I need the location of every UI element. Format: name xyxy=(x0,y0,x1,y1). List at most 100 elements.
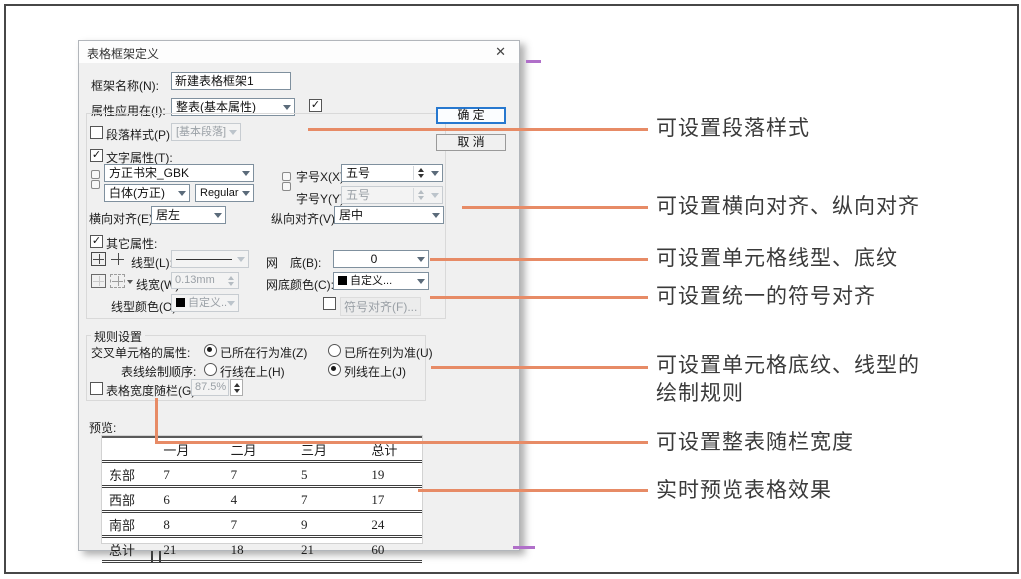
table-width-checkbox[interactable] xyxy=(90,382,103,395)
apply-to-checkbox[interactable] xyxy=(309,99,322,112)
connector-line-paragraph-style xyxy=(308,128,648,131)
other-attr-checkbox[interactable] xyxy=(90,235,103,248)
size-y-spinner xyxy=(413,188,427,202)
shading-label: 网 底(B): xyxy=(266,254,321,271)
chevron-down-icon xyxy=(413,251,428,267)
annotation-draw-rules: 可设置单元格底纹、线型的 绘制规则 xyxy=(656,352,920,408)
color-swatch-icon xyxy=(338,276,347,285)
border-preset-icon[interactable] xyxy=(110,274,125,288)
chevron-down-icon xyxy=(233,251,248,267)
h-align-label: 横向对齐(E): xyxy=(89,210,156,227)
purple-frame-mark-top xyxy=(526,60,541,63)
draw-order-col-label: 列线在上(J) xyxy=(344,363,406,380)
table-row: 南部 8 7 9 24 xyxy=(102,512,422,537)
cross-cell-row-radio[interactable] xyxy=(204,344,217,357)
outer-border-icon[interactable] xyxy=(91,274,106,288)
link-fonts-icon[interactable] xyxy=(91,170,100,190)
cross-cell-col-radio[interactable] xyxy=(328,344,341,357)
frame-name-label: 框架名称(N): xyxy=(91,77,159,94)
draw-order-row-label: 行线在上(H) xyxy=(220,363,285,380)
preview-panel: 一月 二月 三月 总计 东部 7 7 5 19 西部 6 4 7 1 xyxy=(101,435,423,544)
line-type-label: 线型(L): xyxy=(131,254,173,271)
size-y-select: 五号 xyxy=(341,186,443,204)
dialog-title: 表格框架定义 xyxy=(87,45,159,62)
shading-color-label: 网底颜色(C): xyxy=(266,276,334,293)
para-style-label: 段落样式(P): xyxy=(106,126,173,143)
annotation-preview: 实时预览表格效果 xyxy=(656,477,832,505)
symbol-align-label: 符号对齐(F)... xyxy=(340,297,421,316)
other-attr-label: 其它属性: xyxy=(106,235,157,252)
preview-label: 预览: xyxy=(89,419,116,436)
close-icon[interactable]: ✕ xyxy=(495,44,506,60)
connector-line-symbol-align xyxy=(430,296,648,299)
symbol-align-checkbox[interactable] xyxy=(323,297,336,310)
background-tick-mark xyxy=(159,551,161,563)
chevron-down-icon xyxy=(428,207,443,223)
cross-cell-row-label: 已所在行为准(Z) xyxy=(220,344,307,361)
chevron-down-icon xyxy=(223,295,238,311)
shading-color-select[interactable]: 自定义... xyxy=(333,272,429,290)
line-style-preview xyxy=(176,259,232,260)
chevron-down-icon xyxy=(225,124,240,140)
connector-line-table-width xyxy=(155,441,648,444)
h-align-select[interactable]: 居左 xyxy=(151,206,226,224)
font-family-select[interactable]: 方正书宋_GBK xyxy=(104,164,254,182)
v-align-select[interactable]: 居中 xyxy=(334,206,444,224)
table-row: 总计 21 18 21 60 xyxy=(102,537,422,562)
font-face-select[interactable]: 白体(方正) xyxy=(104,184,190,202)
size-x-spinner[interactable] xyxy=(413,166,427,180)
cancel-button[interactable]: 取 消 xyxy=(436,134,506,151)
shading-select[interactable]: 0 xyxy=(333,250,429,268)
connector-line-cell-line-shading xyxy=(430,258,648,261)
line-color-select: 自定义.. xyxy=(171,294,239,312)
para-style-select: [基本段落] xyxy=(171,123,241,141)
frame-name-input[interactable]: 新建表格框架1 xyxy=(171,72,291,90)
annotation-alignment: 可设置横向对齐、纵向对齐 xyxy=(656,193,920,221)
draw-order-col-radio[interactable] xyxy=(328,363,341,376)
color-swatch-icon xyxy=(176,298,185,307)
border-preset-dropdown-icon[interactable] xyxy=(127,280,133,284)
cross-cell-label: 交叉单元格的属性: xyxy=(91,344,190,361)
purple-frame-mark-bottom xyxy=(513,546,535,549)
connector-line-preview xyxy=(418,489,648,492)
v-align-label: 纵向对齐(V): xyxy=(271,210,338,227)
chevron-down-icon xyxy=(238,165,253,181)
draw-order-row-radio[interactable] xyxy=(204,363,217,376)
annotation-symbol-align: 可设置统一的符号对齐 xyxy=(656,283,876,311)
draw-order-label: 表线绘制顺序: xyxy=(121,363,196,380)
line-color-label: 线型颜色(O): xyxy=(111,298,180,315)
inner-borders-icon[interactable] xyxy=(110,252,125,266)
connector-line-alignment xyxy=(462,206,648,209)
size-x-select[interactable]: 五号 xyxy=(341,164,443,182)
font-style-select[interactable]: Regular xyxy=(195,184,254,202)
link-sizes-icon[interactable] xyxy=(282,172,291,192)
line-type-select xyxy=(171,250,249,268)
text-attr-checkbox[interactable] xyxy=(90,149,103,162)
line-width-spinner: 0.13mm xyxy=(171,272,239,289)
all-borders-icon[interactable] xyxy=(91,252,106,266)
para-style-checkbox[interactable] xyxy=(90,126,103,139)
table-row: 西部 6 4 7 17 xyxy=(102,487,422,512)
size-y-label: 字号Y(Y): xyxy=(296,190,347,207)
annotation-paragraph-style: 可设置段落样式 xyxy=(656,115,810,143)
chevron-down-icon xyxy=(413,273,428,289)
rules-group-label: 规则设置 xyxy=(91,328,145,345)
annotation-cell-line-shading: 可设置单元格线型、底纹 xyxy=(656,245,898,273)
table-width-input: 87.5% xyxy=(191,379,229,396)
connector-line-table-width-vertical xyxy=(155,398,158,444)
chevron-down-icon xyxy=(174,185,189,201)
dialog-titlebar[interactable]: 表格框架定义 ✕ xyxy=(79,41,519,63)
connector-line-draw-rules xyxy=(431,366,648,369)
preview-table: 一月 二月 三月 总计 东部 7 7 5 19 西部 6 4 7 1 xyxy=(102,436,422,563)
table-width-label: 表格宽度随栏(G): xyxy=(106,382,199,399)
table-row: 东部 7 7 5 19 xyxy=(102,462,422,487)
cross-cell-col-label: 已所在列为准(U) xyxy=(344,344,433,361)
table-width-spinner[interactable] xyxy=(230,379,243,396)
chevron-down-icon xyxy=(427,165,442,181)
annotation-table-width: 可设置整表随栏宽度 xyxy=(656,429,854,457)
chevron-down-icon xyxy=(210,207,225,223)
ok-button[interactable]: 确 定 xyxy=(436,107,506,124)
chevron-down-icon xyxy=(238,185,253,201)
chevron-down-icon xyxy=(427,187,442,203)
background-tick-mark xyxy=(151,551,153,563)
